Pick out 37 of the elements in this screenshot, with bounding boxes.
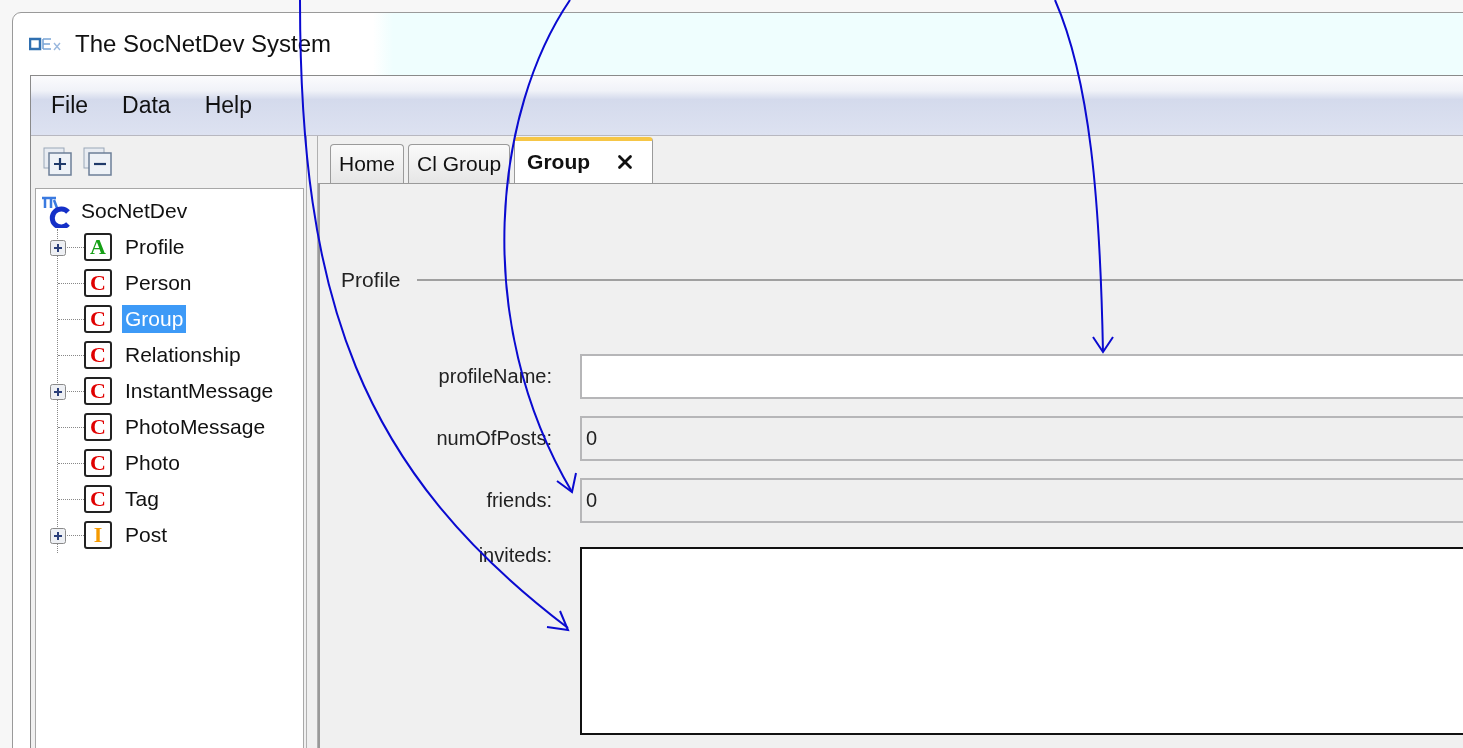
type-badge-icon: C <box>84 269 112 297</box>
menu-item[interactable]: Help <box>202 88 254 123</box>
collapse-all-icon[interactable] <box>83 147 113 177</box>
input-field: 0 <box>580 416 1463 461</box>
tree-item[interactable]: Tag <box>122 485 162 513</box>
section-title: Profile <box>341 268 401 292</box>
type-badge-icon: C <box>84 377 112 405</box>
menu-item[interactable]: File <box>49 88 91 123</box>
menu-item[interactable]: Data <box>120 88 173 123</box>
tree-item[interactable]: Profile <box>122 233 188 261</box>
type-badge-icon: C <box>84 413 112 441</box>
tree-root[interactable]: SocNetDev <box>78 197 191 225</box>
expand-icon[interactable] <box>50 528 66 544</box>
tree-item[interactable]: Person <box>122 269 195 297</box>
type-badge-icon: C <box>84 341 112 369</box>
root-logo-icon <box>40 194 72 228</box>
type-badge-icon: C <box>84 485 112 513</box>
type-badge-icon: C <box>84 449 112 477</box>
type-badge-icon: A <box>84 233 112 261</box>
field-label: friends: <box>486 489 552 512</box>
expand-icon[interactable] <box>50 240 66 256</box>
list-field[interactable] <box>580 547 1463 735</box>
tree-item[interactable]: PhotoMessage <box>122 413 269 441</box>
input-field[interactable] <box>580 354 1463 399</box>
tree-item[interactable]: Relationship <box>122 341 244 369</box>
tab[interactable]: Group <box>514 137 654 183</box>
tree-item[interactable]: Post <box>122 521 171 549</box>
type-badge-icon: C <box>84 305 112 333</box>
tab[interactable]: Cl Group <box>408 144 511 183</box>
splitter[interactable] <box>306 136 318 748</box>
tree-item[interactable]: Photo <box>122 449 183 477</box>
tab[interactable]: Home <box>330 144 405 183</box>
tree-item[interactable]: InstantMessage <box>122 377 277 405</box>
expand-all-icon[interactable] <box>43 147 73 177</box>
input-field: 0 <box>580 478 1463 523</box>
expand-icon[interactable] <box>50 384 66 400</box>
type-badge-icon: I <box>84 521 112 549</box>
